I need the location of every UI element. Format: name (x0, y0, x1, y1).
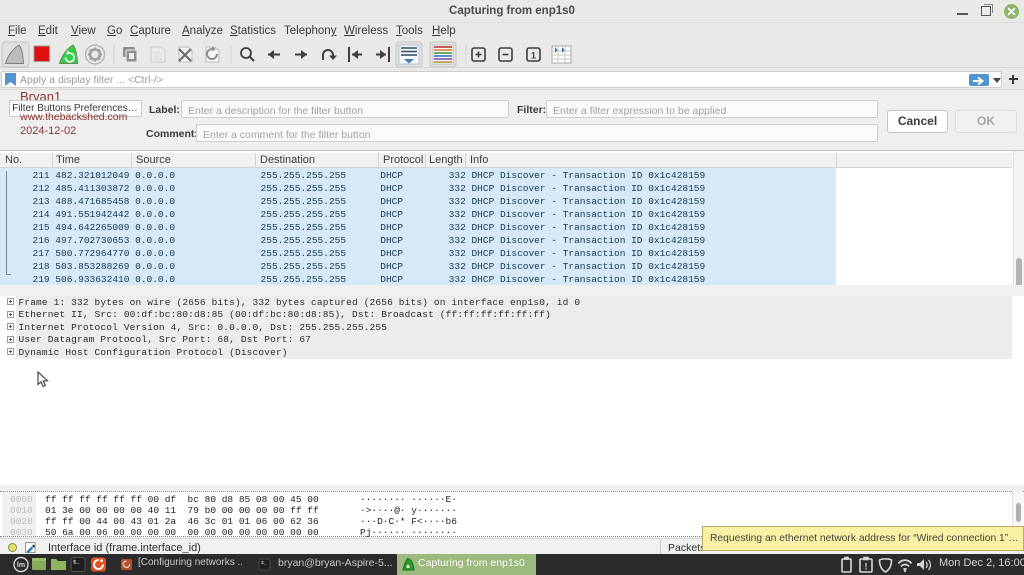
svg-text:$_: $_ (261, 560, 267, 566)
svg-text:!: ! (865, 562, 868, 572)
svg-text:1: 1 (531, 51, 536, 61)
svg-text:lm: lm (17, 562, 25, 569)
svg-text:$_: $_ (73, 559, 80, 566)
